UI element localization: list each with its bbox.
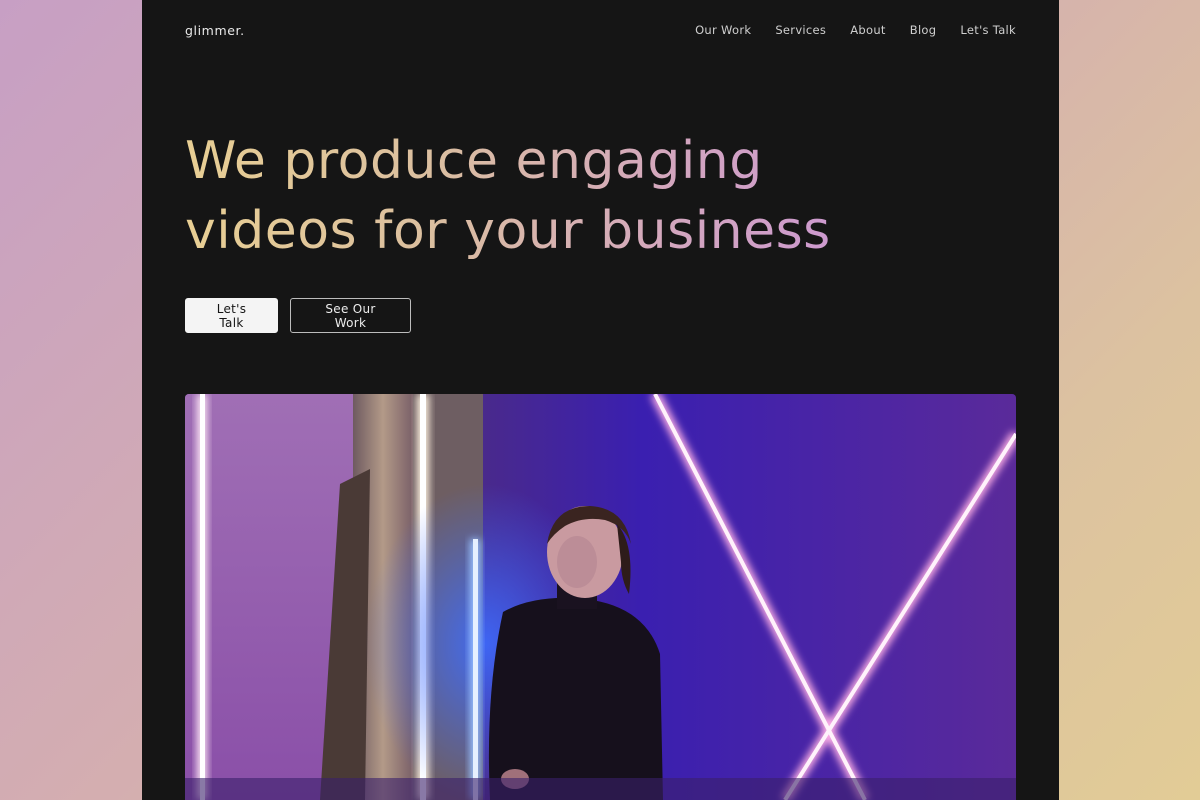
brand-logo[interactable]: glimmer. <box>185 23 245 38</box>
hero-video-still[interactable] <box>185 394 1016 800</box>
nav-link-our-work[interactable]: Our Work <box>695 23 751 37</box>
lets-talk-button[interactable]: Let's Talk <box>185 298 278 333</box>
top-navigation: glimmer. Our Work Services About Blog Le… <box>185 18 1016 42</box>
nav-links: Our Work Services About Blog Let's Talk <box>695 23 1016 37</box>
nav-link-blog[interactable]: Blog <box>910 23 937 37</box>
hero-headline: We produce engaging videos for your busi… <box>185 126 1005 266</box>
nav-link-services[interactable]: Services <box>775 23 826 37</box>
nav-link-lets-talk[interactable]: Let's Talk <box>960 23 1016 37</box>
site-frame: glimmer. Our Work Services About Blog Le… <box>142 0 1059 800</box>
nav-link-about[interactable]: About <box>850 23 886 37</box>
hero-headline-line-2: videos for your business <box>185 201 831 261</box>
neon-portrait-image <box>185 394 1016 800</box>
see-our-work-button[interactable]: See Our Work <box>290 298 411 333</box>
hero-headline-line-1: We produce engaging <box>185 131 763 191</box>
cta-buttons: Let's Talk See Our Work <box>185 298 411 333</box>
